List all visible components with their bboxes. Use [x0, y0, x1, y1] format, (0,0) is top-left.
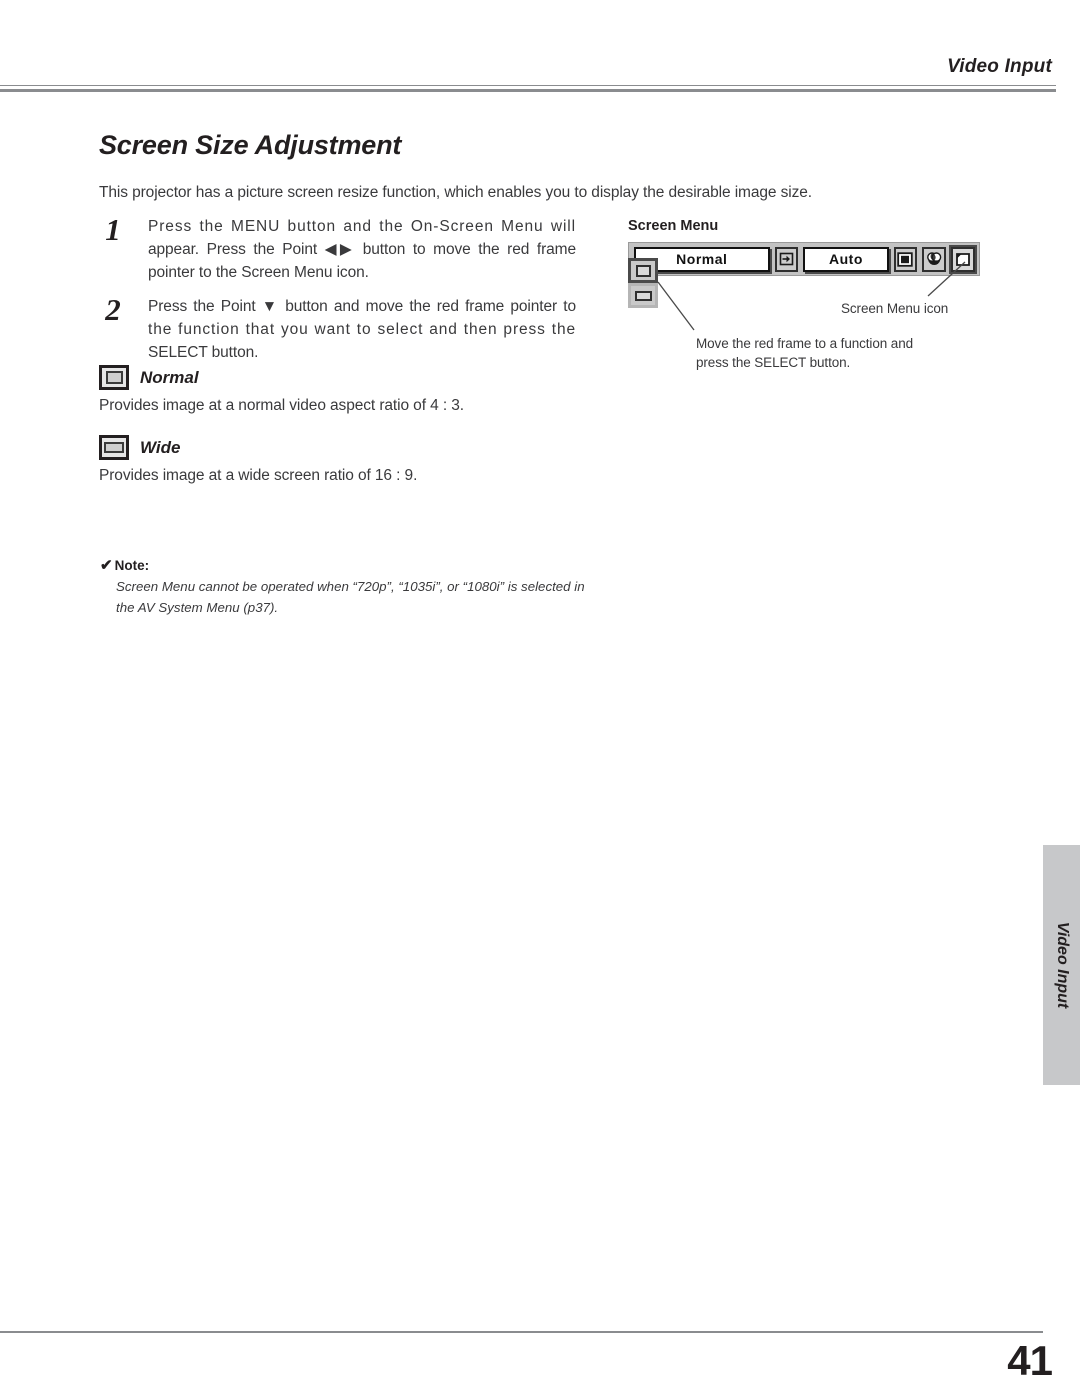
instruction-steps: 1 Press the MENU button and the On-Scree… [96, 212, 576, 377]
step-1-number: 1 [105, 212, 121, 247]
image-adjust-icon[interactable] [893, 246, 918, 272]
callout-screen-menu-icon: Screen Menu icon [841, 301, 949, 316]
mode-normal-label: Normal [140, 367, 199, 387]
step-1: 1 Press the MENU button and the On-Scree… [96, 212, 576, 284]
side-tab-video-input: Video Input [1043, 845, 1080, 1085]
osd-source-field[interactable]: Auto [803, 246, 889, 272]
side-tab-label: Video Input [1053, 921, 1071, 1009]
point-left-right-arrows-icon: ◀▶ [324, 240, 356, 258]
step-2-line-3: SELECT button. [148, 343, 259, 361]
note-line-2: AV System Menu (p37). [137, 599, 279, 615]
illustration-title: Screen Menu [628, 218, 719, 234]
step-1-text: Press the MENU button and the On-Screen … [148, 216, 576, 284]
mode-normal-description: Provides image at a normal video aspect … [99, 397, 464, 414]
step-2: 2 Press the Point ▼ button and move the … [96, 292, 576, 364]
submenu-aspect-16-9-icon[interactable] [628, 283, 658, 308]
submenu-aspect-4-3-icon[interactable] [628, 258, 658, 283]
mode-block-normal: Normal Provides image at a normal video … [99, 365, 464, 415]
header-rule-top [0, 85, 1056, 86]
step-1-line-3: pointer to the Screen Menu icon. [148, 263, 369, 281]
callout-move-line-2: press the SELECT button. [696, 354, 851, 370]
step-2-number: 2 [105, 292, 121, 328]
step-2-line-1b: button and move the red frame pointer to [279, 298, 576, 316]
mode-wide-label: Wide [140, 437, 181, 457]
color-palette-icon[interactable] [922, 246, 947, 272]
note-body: Screen Menu cannot be operated when “720… [100, 577, 600, 618]
mode-wide-description: Provides image at a wide screen ratio of… [99, 467, 418, 484]
page-header-section-title: Video Input [947, 56, 1052, 77]
note-heading-label: Note: [114, 558, 150, 573]
note-block: ✔ Note: Screen Menu cannot be operated wh… [100, 556, 600, 618]
check-mark-icon: ✔ [100, 557, 113, 574]
note-heading: ✔ Note: [100, 556, 600, 574]
mode-wide-heading: Wide [99, 435, 417, 460]
step-1-line-2b: button to move the red frame [355, 240, 576, 258]
callout-move-line-1: Move the red frame to a function and [696, 336, 914, 351]
step-2-text: Press the Point ▼ button and move the re… [148, 296, 576, 364]
page-number: 41 [1007, 1337, 1053, 1384]
osd-menu-bar: Normal Auto [628, 242, 980, 276]
page-intro-text: This projector has a picture screen resi… [99, 183, 813, 201]
callout-move-red-frame: Move the red frame to a function and pre… [696, 335, 913, 373]
page-title: Screen Size Adjustment [99, 130, 402, 161]
screen-menu-icon[interactable] [951, 246, 975, 272]
step-2-line-2: the function that you want to select and… [148, 321, 576, 339]
aspect-4-3-icon [99, 365, 129, 390]
header-rule-bottom [0, 89, 1056, 92]
screen-submenu-icons [628, 258, 658, 308]
step-1-line-1: Press the MENU button and the On-Screen … [148, 218, 576, 235]
aspect-16-9-icon [99, 435, 129, 460]
step-2-line-1a: Press the Point [148, 298, 262, 316]
mode-block-wide: Wide Provides image at a wide screen rat… [99, 435, 417, 485]
step-1-line-2a: appear. Press the Point [148, 240, 325, 258]
point-down-arrow-icon: ▼ [261, 298, 280, 316]
input-arrow-icon[interactable] [774, 246, 799, 272]
mode-normal-heading: Normal [99, 365, 464, 390]
footer-rule [0, 1331, 1043, 1333]
screen-menu-illustration: Screen Menu Normal Auto Screen Menu icon… [628, 218, 980, 370]
